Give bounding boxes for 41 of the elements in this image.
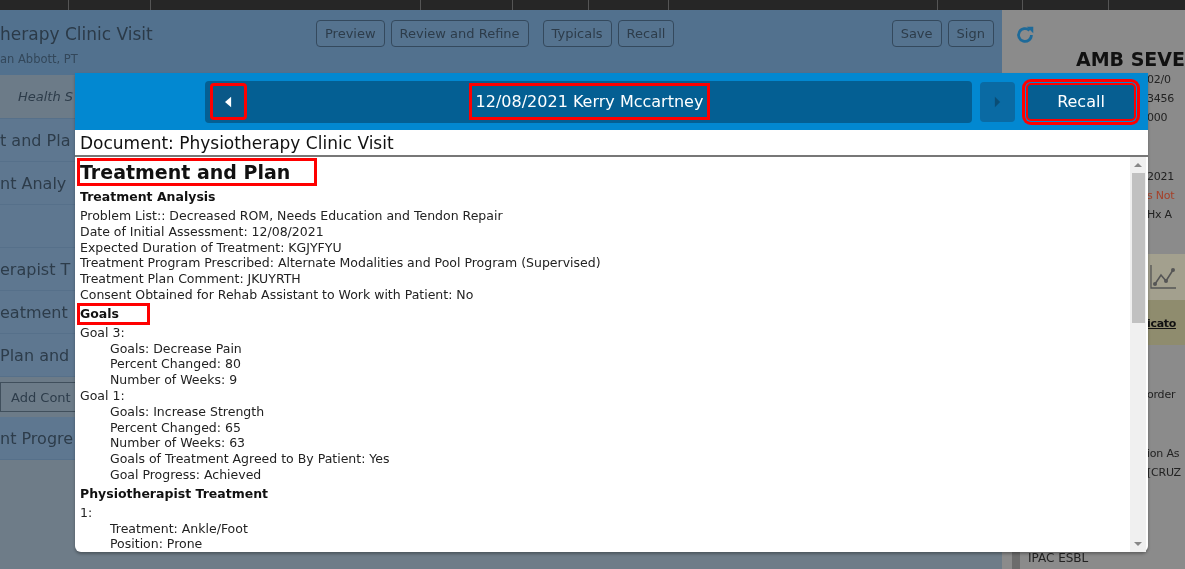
toolbar-button[interactable]: Save xyxy=(891,20,942,47)
patient-info: [CRUZ xyxy=(1146,466,1181,479)
toolbar-button[interactable]: Sign xyxy=(947,20,994,47)
section-title: Treatment and Plan xyxy=(77,158,318,186)
field-text: Treatment: Ankle/Foot xyxy=(109,520,249,537)
alert-text: s Not xyxy=(1146,189,1175,202)
field-text: Problem List:: Decreased ROM, Needs Education and Tendon Repair xyxy=(80,208,504,224)
field-text: Goals: Decrease Pain xyxy=(109,340,243,357)
scrollbar[interactable] xyxy=(1130,157,1146,553)
patient-info: 2021 xyxy=(1146,170,1175,183)
patient-info: ion As xyxy=(1146,447,1180,460)
section-heading: Physiotherapist Treatment xyxy=(79,484,270,503)
document-label: Document: Physiotherapy Clinic Visit xyxy=(75,130,1148,157)
patient-info: 3456 xyxy=(1146,92,1175,105)
field-text: 1: xyxy=(80,504,94,521)
field-text: Percent Changed: 65 xyxy=(109,419,242,436)
toolbar-button[interactable]: Typicals xyxy=(542,20,612,47)
patient-info: Hx A xyxy=(1146,208,1172,221)
field-text: Goal Progress: Achieved xyxy=(109,466,263,483)
dialog-title: 12/08/2021 Kerry Mccartney xyxy=(468,83,711,120)
field-text: Goals of Treatment Agreed to By Patient: Yes xyxy=(109,451,391,467)
patient-info: 000 xyxy=(1146,111,1168,124)
previous-button[interactable] xyxy=(210,83,247,120)
patient-info: order xyxy=(1146,388,1176,401)
chart-icon[interactable] xyxy=(1148,264,1177,290)
patient-info: 02/0 xyxy=(1146,73,1171,86)
caret-left-icon xyxy=(225,95,232,108)
caret-right-icon xyxy=(994,95,1001,108)
next-button[interactable] xyxy=(980,81,1015,122)
field-text: Goals: Increase Strength xyxy=(109,403,266,420)
note-title: herapy Clinic Visit xyxy=(0,24,154,44)
field-text: Date of Initial Assessment: 12/08/2021 xyxy=(80,223,325,240)
indicator-link[interactable]: icato xyxy=(1146,317,1176,330)
toolbar-button[interactable]: Preview xyxy=(316,20,385,47)
field-text: Position: Prone xyxy=(109,536,204,553)
field-text: Number of Weeks: 63 xyxy=(109,435,247,452)
field-text: Percent Changed: 80 xyxy=(109,356,242,373)
toolbar-button[interactable]: Recall xyxy=(617,20,675,47)
patient-name: AMB SEVE xyxy=(1075,48,1185,70)
toolbar-button[interactable]: Review and Refine xyxy=(390,20,529,47)
field-text: Number of Weeks: 9 xyxy=(109,372,239,388)
